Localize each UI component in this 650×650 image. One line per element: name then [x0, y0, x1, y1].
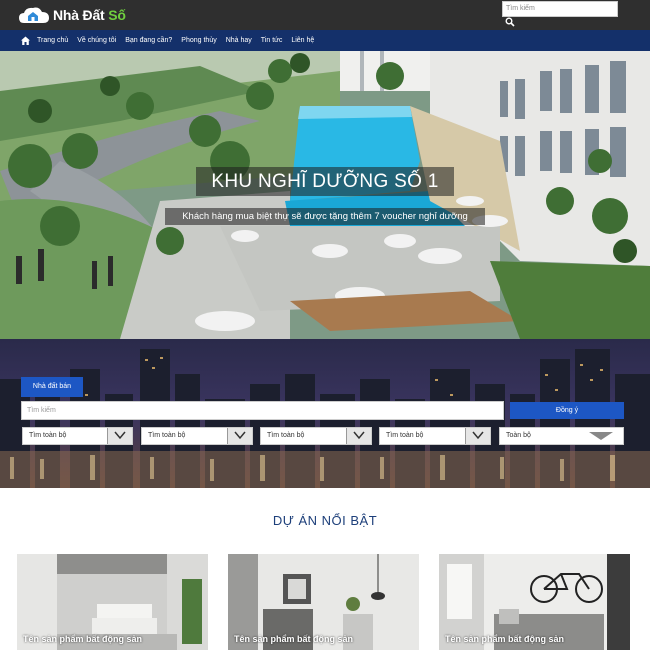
filter-select-value: Tìm toàn bộ: [386, 432, 424, 439]
card-title[interactable]: Tên sản phẩm bất động sản: [234, 634, 353, 644]
card-title[interactable]: Tên sản phẩm bất động sản: [23, 634, 142, 644]
chevron-down-icon[interactable]: [346, 428, 371, 444]
logo-text: Nhà Đất Số: [53, 7, 126, 23]
featured-card-1[interactable]: Tên sản phẩm bất động sản: [17, 554, 208, 650]
hero-banner[interactable]: KHU NGHĨ DƯỠNG SỐ 1 Khách hàng mua biệt …: [0, 51, 650, 339]
chevron-down-icon[interactable]: [107, 428, 132, 444]
search-icon[interactable]: [505, 17, 515, 27]
hero-subtitle: Khách hàng mua biệt thự sẽ được tặng thê…: [165, 208, 485, 225]
nav-item-contact[interactable]: Liên hệ: [291, 37, 314, 44]
site-logo[interactable]: Nhà Đất Số: [18, 4, 126, 26]
featured-section-title: DỰ ÁN NỔI BẬT: [272, 513, 378, 528]
filter-select-3[interactable]: Tìm toàn bộ: [260, 427, 372, 445]
hero-title: KHU NGHĨ DƯỠNG SỐ 1: [196, 167, 454, 196]
top-search-input[interactable]: Tìm kiếm: [502, 1, 618, 17]
tab-for-sale[interactable]: Nhà đất bán: [21, 377, 83, 397]
cloud-house-icon: [19, 7, 49, 23]
nav-item-nice-homes[interactable]: Nhà hay: [226, 37, 252, 44]
featured-card-3[interactable]: Tên sản phẩm bất động sản: [439, 554, 630, 650]
chevron-down-icon[interactable]: [465, 428, 490, 444]
nav-item-home[interactable]: Trang chủ: [37, 37, 68, 44]
filter-select-1[interactable]: Tìm toàn bộ: [22, 427, 133, 445]
card-title[interactable]: Tên sản phẩm bất động sản: [445, 634, 564, 644]
search-section: Nhà đất bán Tìm kiếm Đồng ý Tìm toàn bộ …: [0, 339, 650, 488]
top-bar: Nhà Đất Số Tìm kiếm: [0, 0, 650, 30]
filter-select-2[interactable]: Tìm toàn bộ: [141, 427, 253, 445]
filter-select-value: Tìm toàn bộ: [267, 432, 305, 439]
logo-text-main: Nhà Đất: [53, 7, 105, 23]
logo-text-accent: Số: [108, 7, 126, 23]
featured-card-2[interactable]: Tên sản phẩm bất động sản: [228, 554, 419, 650]
filter-select-value: Toàn bộ: [506, 432, 531, 439]
nav-item-fengshui[interactable]: Phong thủy: [181, 37, 216, 44]
nav-item-news[interactable]: Tin tức: [261, 37, 283, 44]
nav-item-about[interactable]: Về chúng tôi: [77, 37, 116, 44]
chevron-down-icon[interactable]: [227, 428, 252, 444]
filter-select-5[interactable]: Toàn bộ: [499, 427, 624, 445]
search-submit-button[interactable]: Đồng ý: [510, 402, 624, 419]
main-nav: Trang chủ Về chúng tôi Bạn đang cần? Pho…: [0, 30, 650, 51]
property-search-input[interactable]: Tìm kiếm: [21, 401, 504, 420]
home-icon[interactable]: [20, 35, 31, 46]
filter-select-value: Tìm toàn bộ: [29, 432, 67, 439]
filter-select-value: Tìm toàn bộ: [148, 432, 186, 439]
caret-down-icon[interactable]: [589, 432, 613, 440]
filter-select-4[interactable]: Tìm toàn bộ: [379, 427, 491, 445]
nav-item-needs[interactable]: Bạn đang cần?: [125, 37, 172, 44]
